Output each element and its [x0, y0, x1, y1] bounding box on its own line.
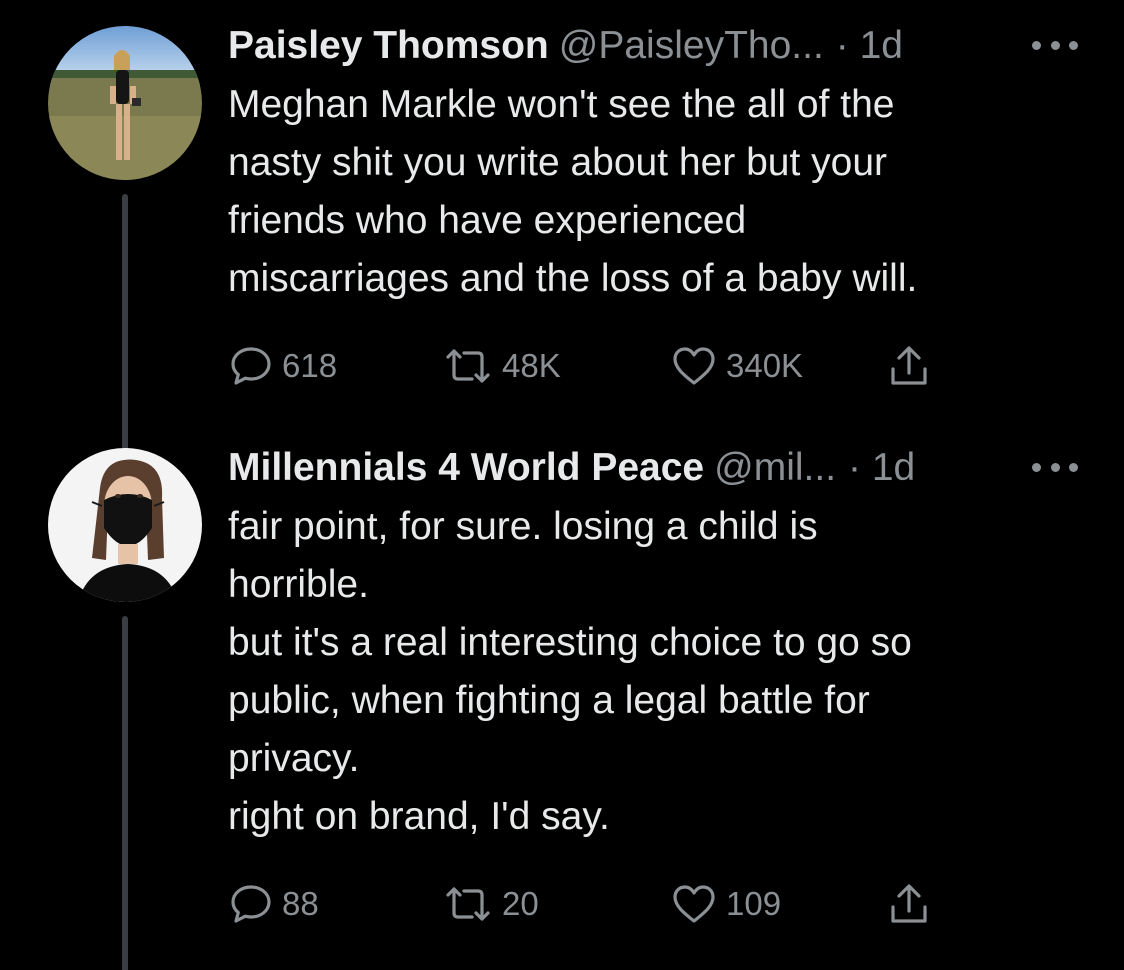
- retweet-button[interactable]: 20: [442, 874, 539, 934]
- tweet[interactable]: Millennials 4 World Peace @mil... · 1d f…: [0, 440, 1124, 970]
- share-button[interactable]: [886, 336, 940, 396]
- tweet-content: Paisley Thomson @PaisleyTho... · 1d Megh…: [228, 18, 1088, 396]
- tweet-text-line: friends who have experienced: [228, 199, 747, 242]
- user-handle[interactable]: @mil...: [714, 446, 836, 490]
- like-button[interactable]: 340K: [670, 336, 803, 396]
- more-icon[interactable]: [1032, 30, 1078, 60]
- retweet-icon: [446, 349, 490, 383]
- tweet-content: Millennials 4 World Peace @mil... · 1d f…: [228, 440, 1088, 934]
- reply-icon: [231, 885, 271, 923]
- tweet-text-line: horrible.: [228, 563, 369, 606]
- tweet-header: Millennials 4 World Peace @mil... · 1d: [228, 440, 1088, 496]
- reply-button[interactable]: 618: [228, 336, 337, 396]
- avatar[interactable]: [48, 26, 202, 180]
- display-name[interactable]: Millennials 4 World Peace: [228, 446, 704, 490]
- heart-icon: [673, 347, 715, 385]
- share-icon: [891, 884, 927, 923]
- reply-button[interactable]: 88: [228, 874, 319, 934]
- avatar[interactable]: [48, 448, 202, 602]
- heart-icon: [673, 885, 715, 923]
- reply-count: 618: [282, 347, 338, 384]
- retweet-button[interactable]: 48K: [442, 336, 561, 396]
- tweet-text-line: right on brand, I'd say.: [228, 795, 610, 838]
- tweet-text-line: public, when fighting a legal battle for: [228, 679, 870, 722]
- like-count: 340K: [726, 347, 804, 384]
- thread-connector-line: [122, 194, 128, 454]
- tweet-actions: 88 20 109: [228, 874, 1088, 934]
- tweet-text-line: but it's a real interesting choice to go…: [228, 621, 912, 664]
- retweet-count: 48K: [502, 347, 561, 384]
- thread-connector-line: [122, 616, 128, 970]
- tweet-text-line: Meghan Markle won't see the all of the: [228, 83, 895, 126]
- tweet-header: Paisley Thomson @PaisleyTho... · 1d: [228, 18, 1088, 74]
- retweet-count: 20: [502, 885, 539, 922]
- user-handle[interactable]: @PaisleyTho...: [559, 24, 824, 68]
- tweet-actions: 618 48K 340K: [228, 336, 1088, 396]
- timestamp[interactable]: · 1d: [836, 24, 903, 68]
- like-button[interactable]: 109: [670, 874, 781, 934]
- display-name[interactable]: Paisley Thomson: [228, 24, 549, 68]
- timestamp[interactable]: · 1d: [848, 446, 915, 490]
- like-count: 109: [726, 885, 782, 922]
- tweet-text-line: privacy.: [228, 737, 360, 780]
- tweet-text: Meghan Markle won't see the all of the n…: [228, 76, 1088, 308]
- tweet-text-line: nasty shit you write about her but your: [228, 141, 888, 184]
- reply-icon: [231, 347, 271, 385]
- reply-thread: Paisley Thomson @PaisleyTho... · 1d Megh…: [0, 0, 1124, 970]
- tweet-text: fair point, for sure. losing a child is …: [228, 498, 1088, 846]
- reply-count: 88: [282, 885, 319, 922]
- tweet-text-line: miscarriages and the loss of a baby will…: [228, 257, 918, 300]
- retweet-icon: [446, 887, 490, 921]
- share-icon: [891, 346, 927, 385]
- share-button[interactable]: [886, 874, 940, 934]
- tweet-text-line: fair point, for sure. losing a child is: [228, 505, 818, 548]
- tweet[interactable]: Paisley Thomson @PaisleyTho... · 1d Megh…: [0, 18, 1124, 454]
- more-icon[interactable]: [1032, 452, 1078, 482]
